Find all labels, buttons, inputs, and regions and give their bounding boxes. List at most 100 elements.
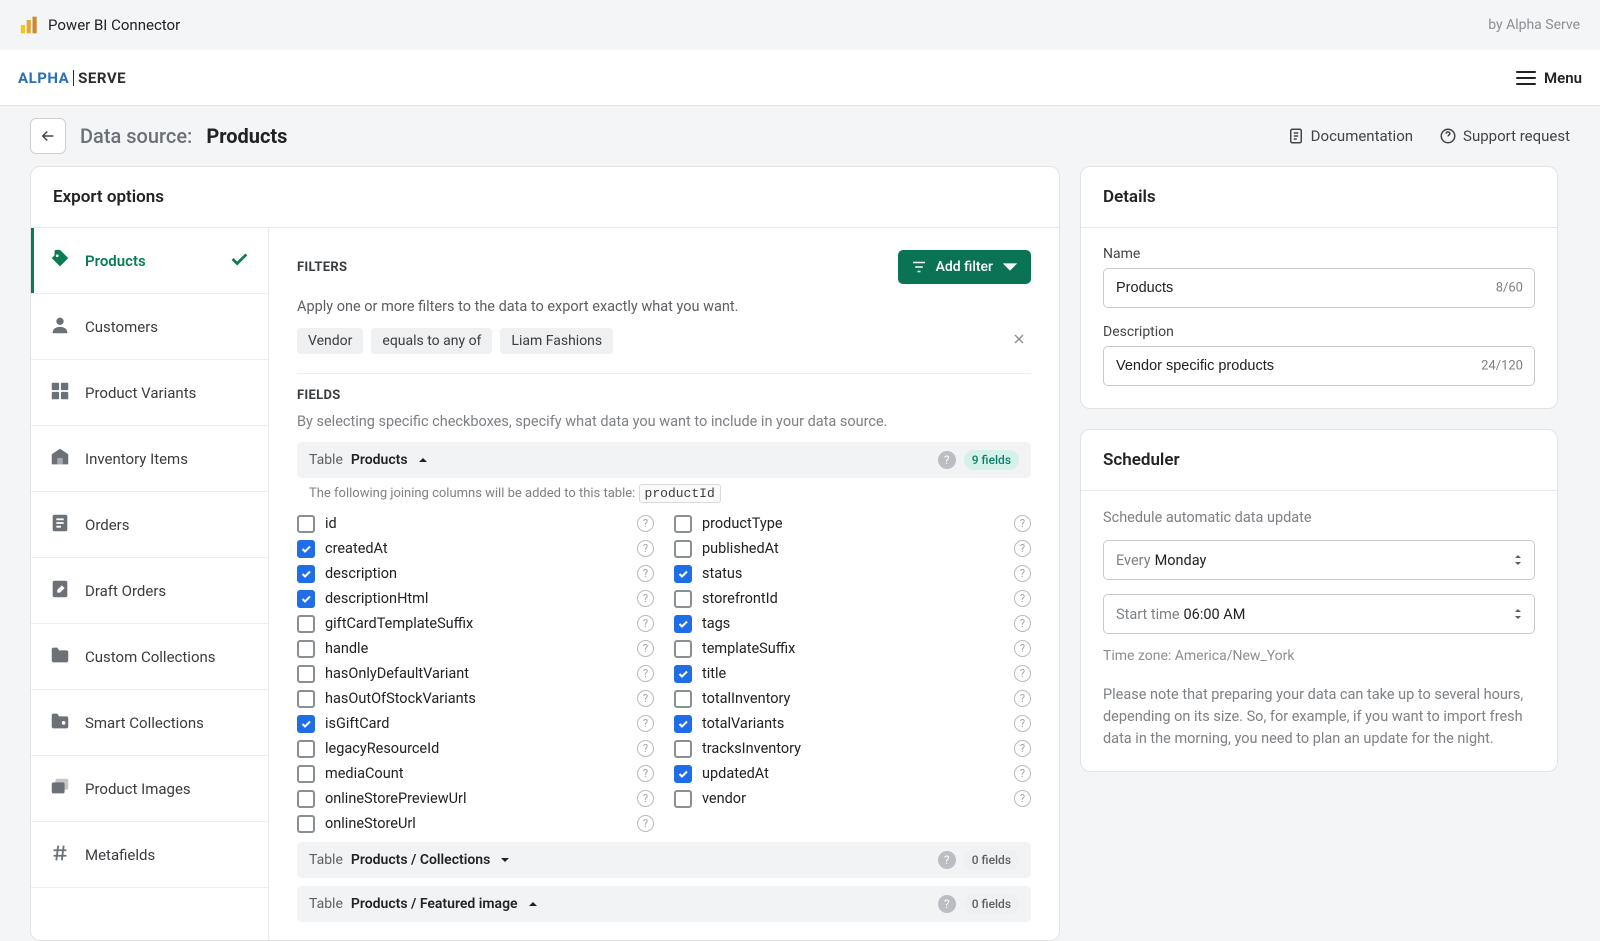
field-checkbox[interactable] (674, 665, 692, 683)
sidebar-tab-metafields[interactable]: Metafields (31, 822, 268, 888)
help-icon[interactable]: ? (938, 851, 956, 869)
field-row: legacyResourceId? (297, 736, 654, 761)
field-help-icon[interactable]: ? (637, 665, 654, 682)
remove-filter-button[interactable] (1007, 327, 1031, 355)
sidebar-tab-product-variants[interactable]: Product Variants (31, 360, 268, 426)
field-checkbox[interactable] (297, 790, 315, 808)
field-help-icon[interactable]: ? (637, 615, 654, 632)
field-label: mediaCount (325, 765, 403, 782)
field-row: onlineStorePreviewUrl? (297, 786, 654, 811)
table-header-sub[interactable]: TableProducts / Collections?0 fields (297, 842, 1031, 878)
field-checkbox[interactable] (297, 515, 315, 533)
field-help-icon[interactable]: ? (1014, 565, 1031, 582)
table-header-sub[interactable]: TableProducts / Featured image?0 fields (297, 886, 1031, 922)
field-help-icon[interactable]: ? (637, 640, 654, 657)
sidebar-tab-customers[interactable]: Customers (31, 294, 268, 360)
field-checkbox[interactable] (674, 790, 692, 808)
field-help-icon[interactable]: ? (637, 515, 654, 532)
back-button[interactable] (30, 118, 66, 154)
field-checkbox[interactable] (674, 615, 692, 633)
field-row: onlineStoreUrl? (297, 811, 654, 836)
details-heading: Details (1081, 167, 1557, 228)
sidebar-tab-inventory-items[interactable]: Inventory Items (31, 426, 268, 492)
field-checkbox[interactable] (297, 615, 315, 633)
field-help-icon[interactable]: ? (1014, 740, 1031, 757)
field-checkbox[interactable] (297, 540, 315, 558)
field-checkbox[interactable] (297, 665, 315, 683)
tab-label: Products (85, 252, 146, 270)
field-checkbox[interactable] (674, 540, 692, 558)
filter-chip[interactable]: Vendor (297, 328, 363, 354)
sidebar-tab-custom-collections[interactable]: Custom Collections (31, 624, 268, 690)
description-label: Description (1103, 324, 1535, 340)
field-checkbox[interactable] (674, 565, 692, 583)
field-help-icon[interactable]: ? (637, 690, 654, 707)
field-help-icon[interactable]: ? (637, 765, 654, 782)
field-help-icon[interactable]: ? (1014, 790, 1031, 807)
field-checkbox[interactable] (297, 590, 315, 608)
field-help-icon[interactable]: ? (637, 590, 654, 607)
sidebar-tab-draft-orders[interactable]: Draft Orders (31, 558, 268, 624)
help-icon[interactable]: ? (938, 895, 956, 913)
sidebar-tab-products[interactable]: Products (31, 228, 268, 294)
help-icon[interactable]: ? (938, 451, 956, 469)
fields-description: By selecting specific checkboxes, specif… (297, 413, 1031, 430)
field-help-icon[interactable]: ? (1014, 590, 1031, 607)
field-checkbox[interactable] (674, 765, 692, 783)
documentation-link[interactable]: Documentation (1287, 127, 1413, 145)
description-counter: 24/120 (1481, 359, 1523, 374)
field-checkbox[interactable] (297, 690, 315, 708)
field-checkbox[interactable] (674, 690, 692, 708)
orders-icon (49, 512, 71, 538)
field-help-icon[interactable]: ? (637, 540, 654, 557)
field-help-icon[interactable]: ? (637, 565, 654, 582)
field-checkbox[interactable] (297, 815, 315, 833)
field-help-icon[interactable]: ? (1014, 540, 1031, 557)
frequency-select[interactable]: Every Monday (1103, 540, 1535, 580)
sidebar-tab-smart-collections[interactable]: Smart Collections (31, 690, 268, 756)
field-help-icon[interactable]: ? (637, 715, 654, 732)
close-icon (1011, 331, 1027, 347)
field-help-icon[interactable]: ? (637, 790, 654, 807)
filters-heading: FILTERS (297, 260, 347, 275)
field-checkbox[interactable] (297, 715, 315, 733)
caret-up-icon (528, 899, 538, 909)
menu-button[interactable]: Menu (1516, 69, 1582, 87)
sidebar-tab-product-images[interactable]: Product Images (31, 756, 268, 822)
hamburger-icon (1516, 71, 1536, 85)
caret-down-icon (500, 855, 510, 865)
name-input[interactable] (1103, 268, 1535, 308)
field-checkbox[interactable] (674, 515, 692, 533)
description-input[interactable] (1103, 346, 1535, 386)
powerbi-icon (20, 15, 40, 35)
field-label: legacyResourceId (325, 740, 439, 757)
add-filter-button[interactable]: Add filter (898, 250, 1031, 284)
start-time-select[interactable]: Start time 06:00 AM (1103, 594, 1535, 634)
field-checkbox[interactable] (297, 765, 315, 783)
main-panel: FILTERS Add filter Apply one or more fil… (269, 228, 1059, 940)
field-label: tags (702, 615, 730, 632)
field-help-icon[interactable]: ? (1014, 665, 1031, 682)
field-help-icon[interactable]: ? (1014, 690, 1031, 707)
filter-chip[interactable]: Liam Fashions (500, 328, 613, 354)
field-checkbox[interactable] (297, 640, 315, 658)
field-help-icon[interactable]: ? (637, 740, 654, 757)
field-checkbox[interactable] (297, 740, 315, 758)
field-help-icon[interactable]: ? (1014, 615, 1031, 632)
field-help-icon[interactable]: ? (637, 815, 654, 832)
field-help-icon[interactable]: ? (1014, 765, 1031, 782)
field-help-icon[interactable]: ? (1014, 515, 1031, 532)
field-checkbox[interactable] (674, 740, 692, 758)
support-link[interactable]: Support request (1439, 127, 1570, 145)
field-help-icon[interactable]: ? (1014, 640, 1031, 657)
sidebar-tab-orders[interactable]: Orders (31, 492, 268, 558)
field-checkbox[interactable] (674, 715, 692, 733)
field-row: handle? (297, 636, 654, 661)
field-checkbox[interactable] (674, 590, 692, 608)
folder-icon (49, 644, 71, 670)
field-checkbox[interactable] (297, 565, 315, 583)
table-header-products[interactable]: Table Products ? 9 fields (297, 442, 1031, 478)
field-help-icon[interactable]: ? (1014, 715, 1031, 732)
filter-chip[interactable]: equals to any of (371, 328, 492, 354)
field-checkbox[interactable] (674, 640, 692, 658)
